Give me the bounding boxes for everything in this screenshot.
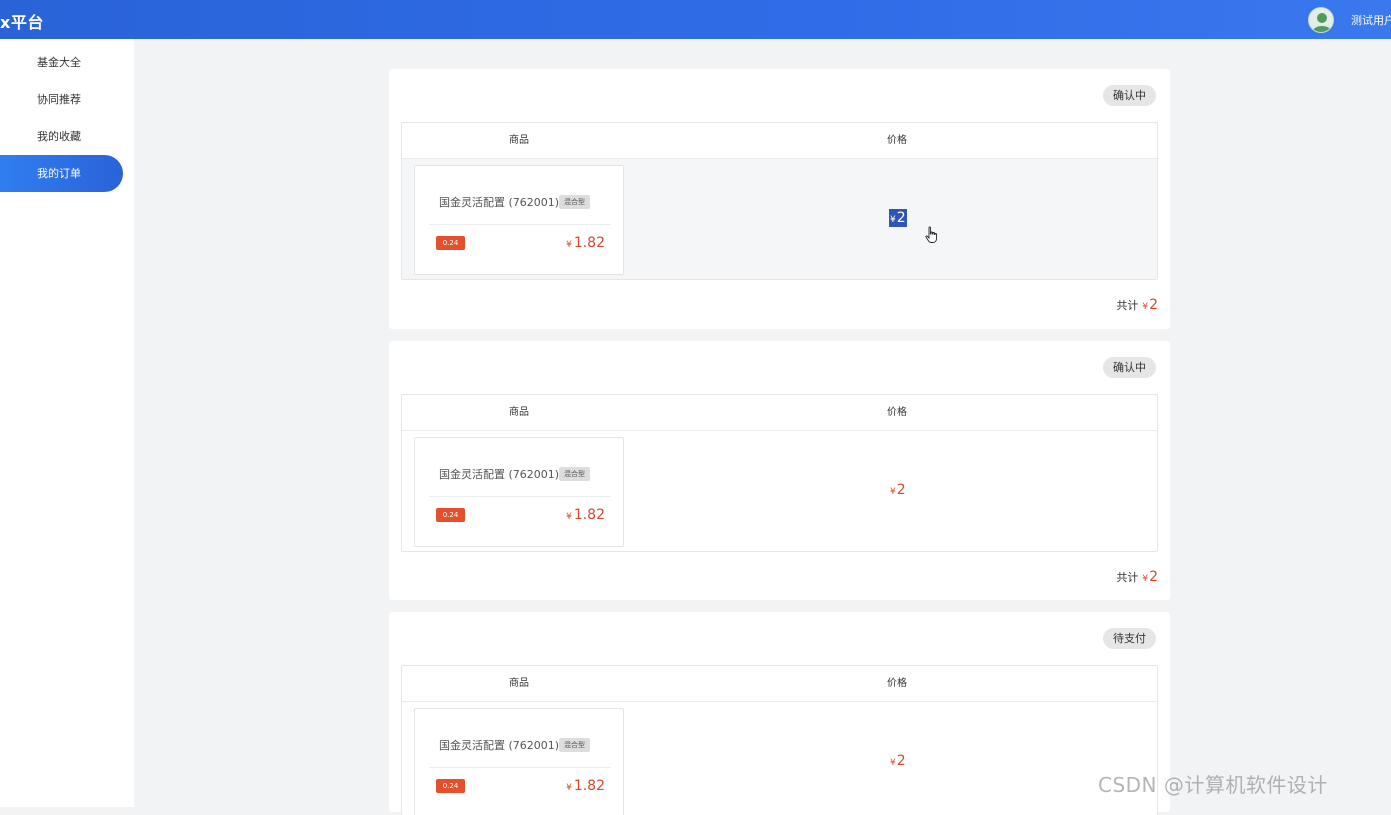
table-header: 商品 价格	[402, 123, 1157, 159]
product-name: 国金灵活配置 (762001)	[439, 739, 560, 752]
currency-symbol: ¥	[566, 240, 572, 250]
table-row[interactable]: 国金灵活配置 (762001) 混合型 0.24 ¥1.82 ¥2	[402, 702, 1157, 815]
total-label: 共计	[1116, 299, 1139, 312]
total-amount: 2	[1149, 297, 1158, 313]
column-header-product: 商品	[509, 407, 529, 418]
currency-symbol: ¥	[890, 758, 896, 768]
column-header-price: 价格	[887, 407, 907, 418]
table-row[interactable]: 国金灵活配置 (762001) 混合型 0.24 ¥1.82 ¥2	[402, 159, 1157, 279]
divider	[429, 767, 611, 768]
fund-type-tag: 混合型	[559, 738, 590, 752]
order-table: 商品 价格 国金灵活配置 (762001) 混合型 0.24 ¥1.82 ¥2	[401, 122, 1158, 280]
unit-price-value: 1.82	[573, 507, 605, 523]
row-price: ¥2	[889, 209, 907, 227]
column-header-price: 价格	[887, 135, 907, 146]
table-header: 商品 价格	[402, 395, 1157, 431]
column-header-price: 价格	[887, 678, 907, 689]
row-price-value: 2	[896, 210, 906, 226]
status-badge: 确认中	[1103, 85, 1156, 106]
avatar[interactable]	[1308, 7, 1334, 33]
unit-price-value: 1.82	[573, 778, 605, 794]
brand-title: x平台	[0, 13, 44, 32]
unit-price: ¥1.82	[566, 507, 605, 523]
unit-price: ¥1.82	[566, 778, 605, 794]
table-row[interactable]: 国金灵活配置 (762001) 混合型 0.24 ¥1.82 ¥2	[402, 431, 1157, 551]
currency-symbol: ¥	[1142, 302, 1149, 312]
table-header: 商品 价格	[402, 666, 1157, 702]
order-table: 商品 价格 国金灵活配置 (762001) 混合型 0.24 ¥1.82 ¥2	[401, 394, 1158, 552]
product-card[interactable]: 国金灵活配置 (762001) 混合型 0.24 ¥1.82	[414, 437, 624, 547]
total-label: 共计	[1116, 571, 1139, 584]
rate-badge: 0.24	[436, 779, 465, 793]
sidebar-item-recommend[interactable]: 协同推荐	[0, 81, 123, 118]
product-card[interactable]: 国金灵活配置 (762001) 混合型 0.24 ¥1.82	[414, 165, 624, 275]
column-header-product: 商品	[509, 678, 529, 689]
divider	[429, 496, 611, 497]
order-card: 待支付 商品 价格 国金灵活配置 (762001) 混合型 0.24 ¥1.82…	[389, 612, 1170, 815]
currency-symbol: ¥	[890, 487, 896, 497]
product-card[interactable]: 国金灵活配置 (762001) 混合型 0.24 ¥1.82	[414, 708, 624, 815]
fund-type-tag: 混合型	[559, 467, 590, 481]
order-table: 商品 价格 国金灵活配置 (762001) 混合型 0.24 ¥1.82 ¥2	[401, 665, 1158, 815]
sidebar-item-label: 协同推荐	[37, 93, 81, 106]
product-name: 国金灵活配置 (762001)	[439, 468, 560, 481]
user-avatar-icon	[1309, 8, 1333, 32]
divider	[429, 224, 611, 225]
order-total: 共计 ¥2	[1116, 569, 1158, 585]
column-header-product: 商品	[509, 135, 529, 146]
row-price: ¥2	[890, 752, 906, 770]
sidebar-item-fund-list[interactable]: 基金大全	[0, 44, 123, 81]
sidebar-item-favorites[interactable]: 我的收藏	[0, 118, 123, 155]
unit-price: ¥1.82	[566, 235, 605, 251]
rate-badge: 0.24	[436, 236, 465, 250]
currency-symbol: ¥	[566, 512, 572, 522]
hand-pointer-icon	[925, 226, 937, 243]
username[interactable]: 测试用户	[1351, 12, 1391, 28]
sidebar-item-label: 我的订单	[37, 167, 81, 180]
order-card: 确认中 商品 价格 国金灵活配置 (762001) 混合型 0.24 ¥1.82…	[389, 341, 1170, 600]
sidebar: 基金大全 协同推荐 我的收藏 我的订单	[0, 39, 134, 807]
currency-symbol: ¥	[890, 215, 896, 225]
row-price-value: 2	[896, 482, 906, 498]
sidebar-item-label: 基金大全	[37, 56, 81, 69]
sidebar-item-label: 我的收藏	[37, 130, 81, 143]
rate-badge: 0.24	[436, 508, 465, 522]
currency-symbol: ¥	[1142, 574, 1149, 584]
order-total: 共计 ¥2	[1116, 297, 1158, 313]
unit-price-value: 1.82	[573, 235, 605, 251]
status-badge: 待支付	[1103, 628, 1156, 649]
total-amount: 2	[1149, 569, 1158, 585]
order-card: 确认中 商品 价格 国金灵活配置 (762001) 混合型 0.24 ¥1.82…	[389, 69, 1170, 329]
row-price-value: 2	[896, 753, 906, 769]
watermark: CSDN @计算机软件设计	[1098, 773, 1328, 797]
sidebar-item-my-orders[interactable]: 我的订单	[0, 155, 123, 192]
fund-type-tag: 混合型	[559, 195, 590, 209]
product-name: 国金灵活配置 (762001)	[439, 196, 560, 209]
status-badge: 确认中	[1103, 357, 1156, 378]
currency-symbol: ¥	[566, 783, 572, 793]
top-bar: x平台 测试用户	[0, 0, 1391, 39]
row-price: ¥2	[890, 481, 906, 499]
